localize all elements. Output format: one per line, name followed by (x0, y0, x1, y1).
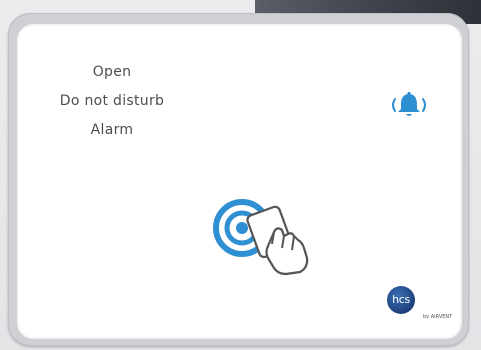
brand-logo: hcs by AIRVENT (387, 286, 463, 326)
status-list: Open Do not disturb Alarm (32, 62, 192, 149)
status-alarm[interactable]: Alarm (32, 120, 192, 149)
contactless-card-icon[interactable] (212, 196, 316, 276)
status-do-not-disturb[interactable]: Do not disturb (32, 91, 192, 120)
hcs-logo-mark: hcs (387, 286, 415, 314)
bell-ringing-icon[interactable] (386, 90, 432, 120)
logo-subtext: by AIRVENT (423, 314, 453, 320)
status-open[interactable]: Open (32, 62, 192, 91)
